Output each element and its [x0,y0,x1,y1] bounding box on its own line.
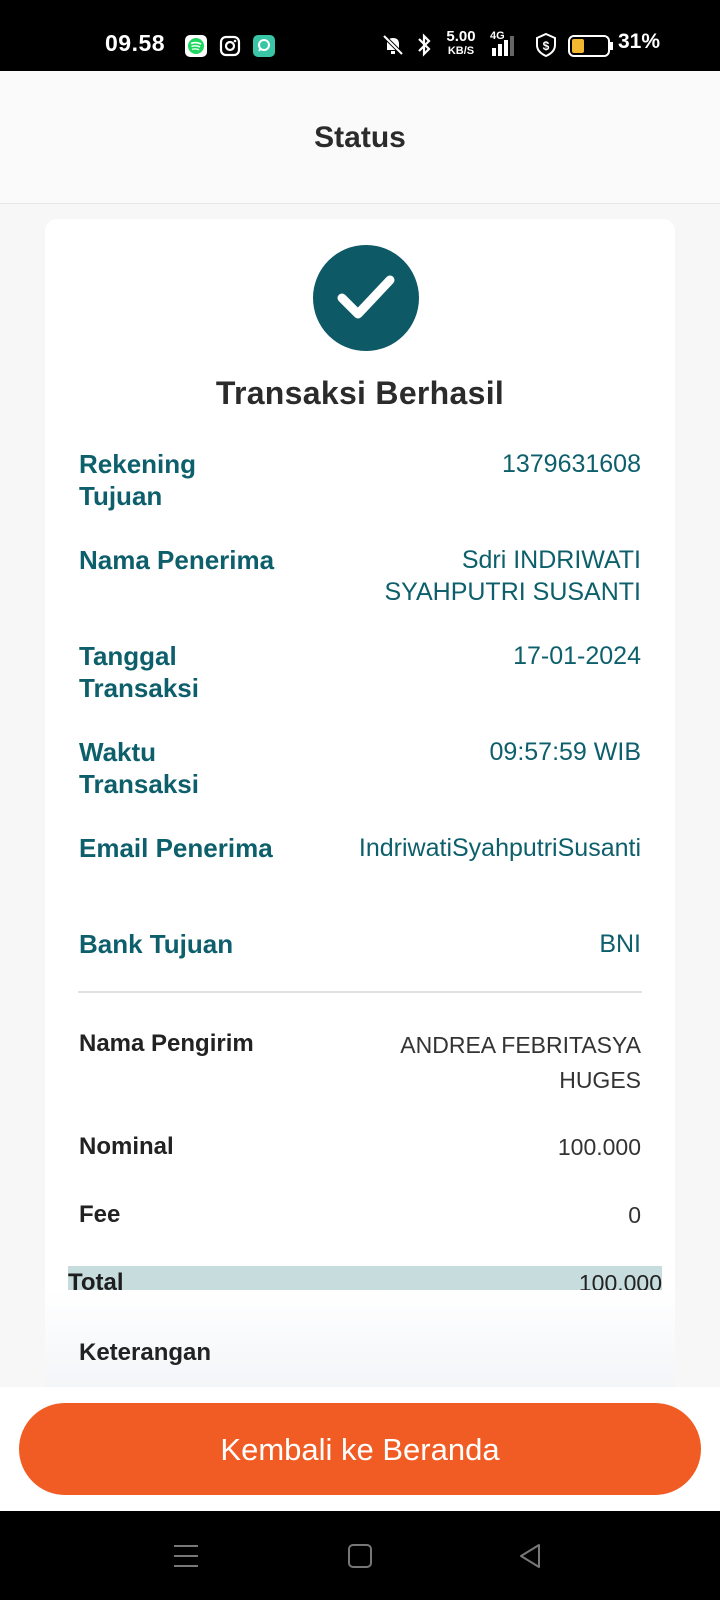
detail-label-email: Email Penerima [79,833,273,863]
back-triangle-icon[interactable] [517,1542,543,1575]
detail-value-bank: BNI [599,930,641,958]
back-to-home-button[interactable]: Kembali ke Beranda [19,1403,701,1495]
status-bar: 09.58 5.00 KB/S 4G $ 31% [0,0,720,71]
detail-label-tanggal: Tanggal Transaksi [79,641,199,703]
bluetooth-icon [413,32,435,63]
svg-text:$: $ [543,39,550,53]
detail-value-tanggal: 17-01-2024 [513,642,641,670]
sender-value: ANDREA FEBRITASYA HUGES [400,1032,641,1093]
network-speed: 5.00 KB/S [446,28,476,57]
shield-dollar-icon: $ [534,32,558,63]
system-nav-bar [0,1511,720,1600]
nominal-label: Nominal [79,1133,174,1160]
fee-label: Fee [79,1201,121,1228]
detail-label-rekening: Rekening Tujuan [79,449,197,511]
transaction-status-title: Transaksi Berhasil [215,375,505,411]
sender-label: Nama Pengirim [79,1030,254,1057]
detail-value-nama-penerima: Sdri INDRIWATI SYAHPUTRI SUSANTI [384,546,641,606]
signal-icon: 4G [490,30,522,58]
home-square-icon[interactable] [347,1543,373,1574]
menu-icon[interactable] [172,1543,200,1574]
nominal-value: 100.000 [557,1134,641,1160]
battery-percent: 31% [618,30,661,53]
chat-app-icon [253,35,275,57]
bell-off-icon [381,33,405,62]
status-time: 09.58 [105,30,166,56]
detail-value-email: IndriwatiSyahputriSusanti [358,834,641,862]
note-label: Keterangan [79,1339,212,1366]
spotify-icon [185,35,207,57]
detail-label-nama-penerima: Nama Penerima [79,545,275,575]
section-divider [78,991,642,993]
app-header: Status [0,71,720,204]
detail-value-rekening: 1379631608 [501,450,641,478]
fee-value: 0 [628,1202,641,1228]
detail-value-waktu: 09:57:59 WIB [489,738,641,766]
check-circle-icon [313,245,419,351]
instagram-icon [219,35,241,57]
battery-icon [568,35,614,62]
detail-label-bank: Bank Tujuan [79,929,234,959]
page-title: Status [314,121,406,154]
detail-label-waktu: Waktu Transaksi [79,737,199,799]
